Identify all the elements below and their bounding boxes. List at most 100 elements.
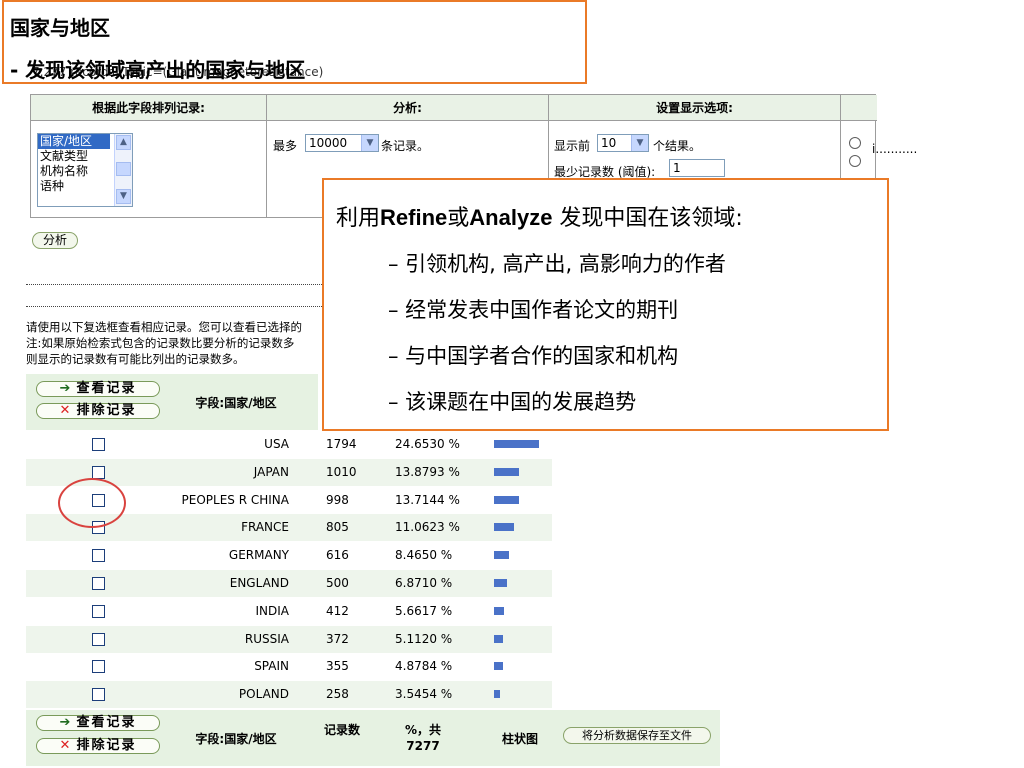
country-name: FRANCE xyxy=(241,520,289,535)
record-count: 355 xyxy=(326,659,349,674)
refine-analyze-callout: 利用Refine或Analyze 发现中国在该领域: – 引领机构, 高产出, … xyxy=(322,178,889,431)
record-percent: 8.4650 % xyxy=(395,548,453,563)
callout-title-refine: Refine xyxy=(380,205,448,230)
exclude-records-button-bottom[interactable]: ✕ 排除记录 xyxy=(36,738,160,754)
max-suffix: 条记录。 xyxy=(381,139,430,153)
close-icon: ✕ xyxy=(59,738,73,753)
country-name: POLAND xyxy=(238,687,289,702)
analyze-header: 分析: xyxy=(267,95,549,121)
record-percent: 5.6617 % xyxy=(395,603,453,618)
field-header-bottom: 字段:国家/地区 xyxy=(195,732,277,746)
radio-option-2[interactable] xyxy=(849,155,861,167)
row-checkbox[interactable] xyxy=(92,688,105,702)
callout-title-part: 利用 xyxy=(336,206,381,231)
record-percent: 5.1120 % xyxy=(395,631,453,646)
record-percent: 3.5454 % xyxy=(395,687,453,702)
row-checkbox[interactable] xyxy=(92,577,105,590)
bar-chart-header: 柱状图 xyxy=(501,732,538,746)
show-top-suffix: 个结果。 xyxy=(653,139,702,153)
divider xyxy=(26,284,326,285)
percent-bar xyxy=(494,579,507,587)
callout-title-part: 或 xyxy=(447,206,470,231)
country-name: JAPAN xyxy=(253,464,289,479)
view-records-label: 查看记录 xyxy=(76,715,137,730)
listbox-scrollbar[interactable]: ▲ ▼ xyxy=(114,134,132,206)
instruction-note: 注:如果原始检索式包含的记录数比要分析的记录数多 xyxy=(26,336,295,350)
rank-field-header: 根据此字段排列记录: xyxy=(31,95,267,121)
row-checkbox[interactable] xyxy=(92,632,105,646)
record-count: 258 xyxy=(326,687,349,702)
count-header: 记录数 xyxy=(323,723,360,737)
percent-bar xyxy=(494,606,504,615)
field-listbox[interactable]: 国家/地区 文献类型 机构名称 语种 ▲ ▼ xyxy=(37,133,133,207)
scroll-thumb[interactable] xyxy=(116,162,131,176)
instruction-note: 请使用以下复选框查看相应记录。您可以查看已选择的 xyxy=(26,320,302,334)
percent-bar xyxy=(494,662,503,671)
callout-bullet: – 该课题在中国的发展趋势 xyxy=(388,390,637,414)
percent-bar xyxy=(494,440,539,448)
country-name: USA xyxy=(264,437,289,451)
record-percent: 6.8710 % xyxy=(395,576,453,590)
instruction-note: 则显示的记录数有可能比列出的记录数多。 xyxy=(26,352,245,366)
callout-bullet: – 引领机构, 高产出, 高影响力的作者 xyxy=(388,252,726,276)
row-checkbox[interactable] xyxy=(92,465,105,479)
max-records-value: 10000 xyxy=(309,136,348,150)
percent-bar xyxy=(494,634,503,643)
country-name: INDIA xyxy=(255,603,289,618)
record-count: 1794 xyxy=(326,437,357,451)
record-count: 500 xyxy=(326,576,349,590)
min-records-value: 1 xyxy=(673,161,681,175)
record-count: 412 xyxy=(326,603,349,618)
chevron-down-icon[interactable]: ▼ xyxy=(361,135,378,151)
row-checkbox[interactable] xyxy=(92,604,105,618)
row-checkbox[interactable] xyxy=(92,660,105,674)
callout-title-part: 发现中国在该领域: xyxy=(552,206,743,231)
show-top-select[interactable]: 10 ▼ xyxy=(597,134,649,152)
record-percent: 13.7144 % xyxy=(395,492,460,507)
field-option[interactable]: 国家/地区 xyxy=(38,134,110,149)
scroll-up-icon[interactable]: ▲ xyxy=(116,135,131,150)
record-percent: 24.6530 % xyxy=(395,437,460,451)
max-records-select[interactable]: 10000 ▼ xyxy=(305,134,379,152)
country-name: RUSSIA xyxy=(244,631,289,646)
country-name: GERMANY xyxy=(228,548,289,563)
radio-option-1[interactable] xyxy=(849,137,861,149)
chevron-down-icon[interactable]: ▼ xyxy=(631,135,648,151)
record-count: 616 xyxy=(326,548,349,563)
max-label: 最多 xyxy=(273,139,298,153)
percent-header: %，共 7277 xyxy=(404,723,442,753)
row-checkbox[interactable] xyxy=(92,549,105,563)
show-top-label: 显示前 xyxy=(554,139,591,153)
rank-field-column: 国家/地区 文献类型 机构名称 语种 ▲ ▼ xyxy=(31,121,267,217)
view-records-button[interactable]: ➔ 查看记录 xyxy=(36,381,160,397)
callout-title: 利用Refine或Analyze 发现中国在该领域: xyxy=(336,200,743,232)
percent-bar xyxy=(494,551,509,560)
scroll-down-icon[interactable]: ▼ xyxy=(116,189,131,204)
exclude-records-label: 排除记录 xyxy=(76,403,137,418)
row-checkbox[interactable] xyxy=(92,438,105,451)
show-top-value: 10 xyxy=(601,136,617,150)
exclude-records-button[interactable]: ✕ 排除记录 xyxy=(36,403,160,419)
arrow-right-icon: ➔ xyxy=(59,381,73,396)
percent-bar xyxy=(494,523,514,532)
record-percent: 11.0623 % xyxy=(395,520,460,535)
callout-bullet: – 经常发表中国作者论文的期刊 xyxy=(388,298,679,322)
field-header: 字段:国家/地区 xyxy=(195,396,277,410)
display-options-header: 设置显示选项: xyxy=(549,95,841,121)
percent-bar xyxy=(494,495,519,504)
percent-bar xyxy=(494,467,519,476)
record-count: 1010 xyxy=(326,464,357,479)
analyze-button[interactable]: 分析 xyxy=(32,232,78,249)
country-name: PEOPLES R CHINA xyxy=(181,492,289,507)
page-title: 国家与地区 xyxy=(10,16,110,40)
close-icon: ✕ xyxy=(59,403,73,418)
country-name: ENGLAND xyxy=(229,576,289,590)
percent-bar xyxy=(494,690,500,699)
view-records-button-bottom[interactable]: ➔ 查看记录 xyxy=(36,715,160,731)
record-percent: 4.8784 % xyxy=(395,659,453,674)
callout-title-analyze: Analyze xyxy=(469,205,553,230)
exclude-records-label: 排除记录 xyxy=(76,738,137,753)
save-analysis-button[interactable]: 将分析数据保存至文件 xyxy=(563,727,711,744)
radio-label-partial: i........... xyxy=(872,142,918,156)
min-records-input[interactable]: 1 xyxy=(669,159,725,177)
